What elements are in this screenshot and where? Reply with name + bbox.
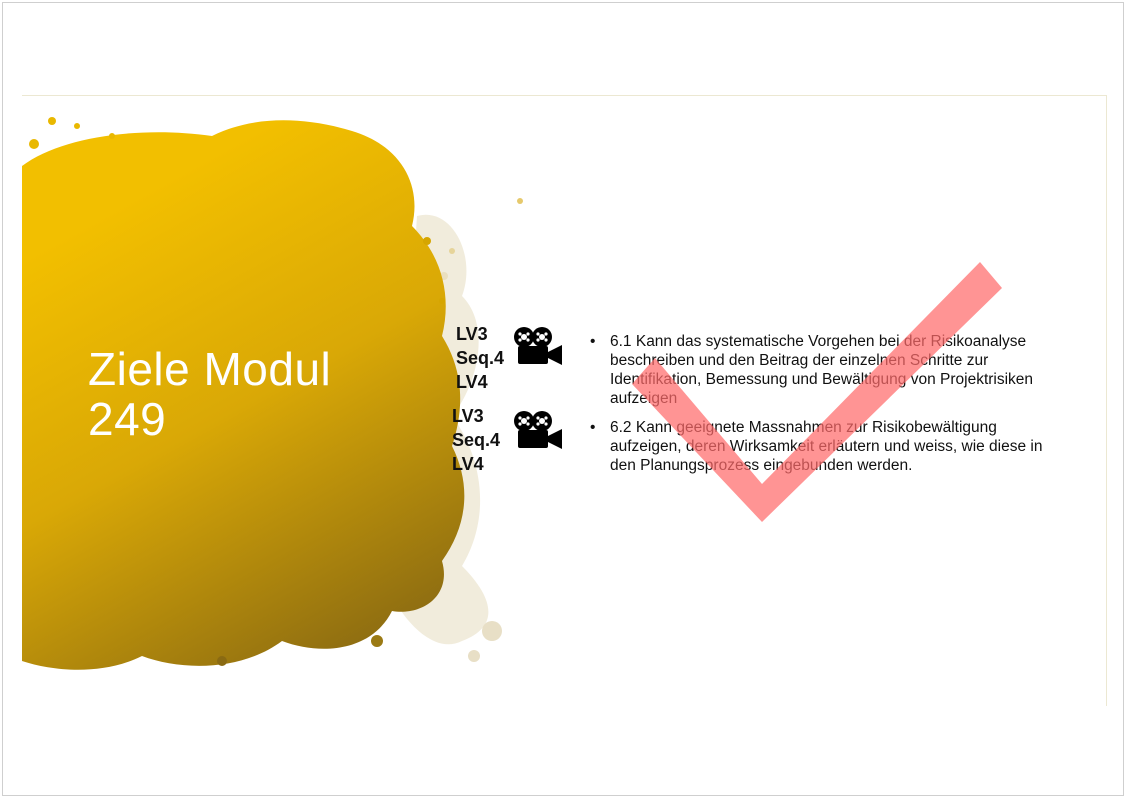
lv-group-1-line-1: LV3 xyxy=(456,324,488,344)
objectives-list: • 6.1 Kann das systematische Vorgehen be… xyxy=(590,332,1060,485)
objective-item: • 6.2 Kann geeignete Massnahmen zur Risi… xyxy=(590,418,1060,475)
lv-group-2-line-3: LV4 xyxy=(452,454,484,474)
bullet: • xyxy=(590,419,596,436)
objective-item: • 6.1 Kann das systematische Vorgehen be… xyxy=(590,332,1060,408)
objective-text: 6.2 Kann geeignete Massnahmen zur Risiko… xyxy=(610,419,1043,474)
title-line-1: Ziele Modul xyxy=(88,343,332,395)
lv-group-1: LV3 Seq.4 LV4 xyxy=(456,322,504,394)
bullet: • xyxy=(590,333,596,350)
movie-camera-icon xyxy=(514,411,562,449)
slide: Ziele Modul 249 LV3 Seq.4 LV4 LV3 Seq.4 … xyxy=(22,95,1107,706)
lv-group-1-line-3: LV4 xyxy=(456,372,488,392)
lv-group-2-line-2: Seq.4 xyxy=(452,430,501,450)
lv-group-2-line-1: LV3 xyxy=(452,406,484,426)
slide-title: Ziele Modul 249 xyxy=(88,344,388,444)
movie-camera-icon xyxy=(514,327,562,365)
lv-group-2: LV3 Seq.4 LV4 xyxy=(452,404,500,476)
objective-text: 6.1 Kann das systematische Vorgehen bei … xyxy=(610,333,1034,407)
lv-group-1-line-2: Seq.4 xyxy=(456,348,505,368)
title-line-2: 249 xyxy=(88,393,167,445)
